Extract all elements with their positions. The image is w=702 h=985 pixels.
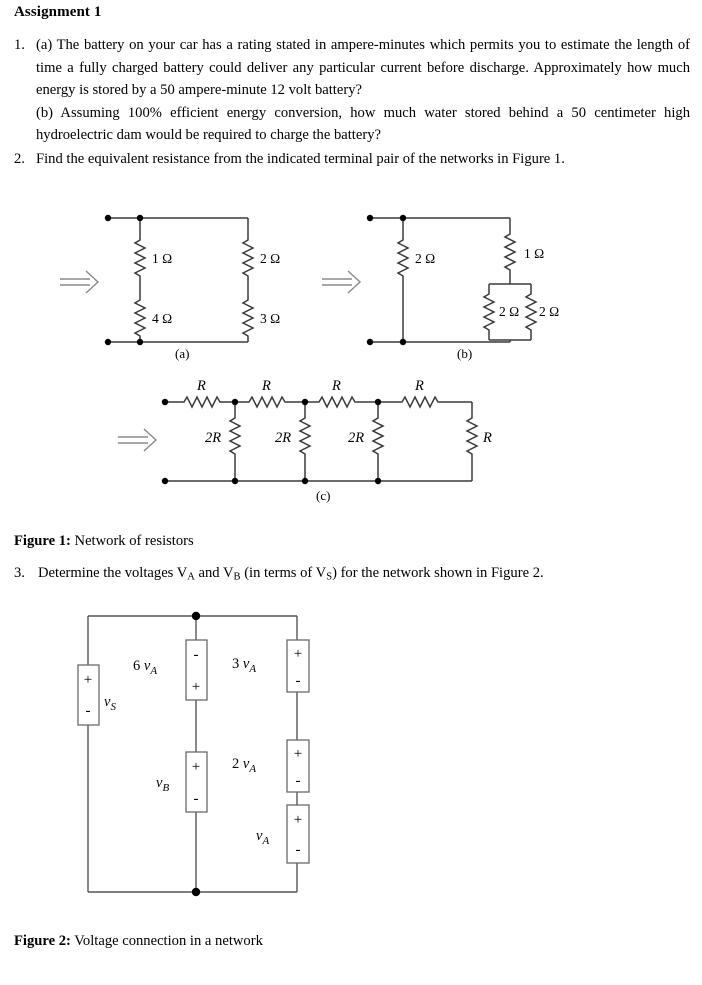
circuit-b: 2 Ω 1 Ω 2 Ω 2 Ω (b) (321, 214, 559, 361)
node-dot (136, 338, 144, 346)
terminal-pair-arrow-b (321, 270, 361, 294)
series-resistor-label-2: R (261, 378, 271, 394)
source-va: + - vA (256, 804, 310, 864)
polarity-minus: - (194, 647, 199, 663)
node-dot-bottom (191, 887, 201, 897)
question-1b-text: (b) Assuming 100% efficient energy conve… (36, 104, 690, 144)
figure-1-caption-text: Network of resistors (70, 533, 194, 549)
source-3va: + - 3 vA (232, 639, 310, 693)
question-number: 1. (14, 37, 25, 53)
node-dot (231, 477, 239, 485)
terminal-dot (366, 338, 374, 346)
series-resistor-label-4: R (414, 378, 424, 394)
node-dot (301, 477, 309, 485)
figure-2-caption-text: Voltage connection in a network (70, 933, 263, 949)
polarity-plus: + (192, 759, 200, 775)
polarity-minus: - (296, 773, 301, 789)
node-dot (136, 214, 144, 222)
question-item-1: 1. (a) The battery on your car has a rat… (14, 34, 690, 147)
figure-1-network-of-resistors: 1 Ω 4 Ω 2 Ω 3 Ω (a) 2 Ω 1 Ω 2 Ω 2 Ω (b) … (59, 214, 559, 503)
source-vb: + - vB (156, 751, 208, 813)
node-dot (301, 398, 309, 406)
polarity-minus: - (86, 703, 91, 719)
terminal-dot (161, 477, 169, 485)
polarity-minus: - (296, 673, 301, 689)
shunt-resistor-label-1: 2R (205, 430, 221, 446)
q3-sub-a: A (187, 571, 195, 583)
q3-part-1: Determine the voltages V (38, 565, 188, 581)
source-label-vs: vS (104, 694, 116, 713)
resistor-label-b1: 2 Ω (415, 251, 435, 266)
question-2-text: Find the equivalent resistance from the … (36, 150, 565, 167)
question-item-2: 2. Find the equivalent resistance from t… (14, 148, 690, 171)
figure-1-caption: Figure 1: Network of resistors (14, 531, 194, 551)
source-6va: - + 6 vA (133, 639, 208, 701)
source-label-3va: 3 vA (232, 656, 256, 675)
source-vs: + - vS (77, 664, 116, 726)
terminal-pair-arrow-c (117, 428, 157, 452)
node-dot (374, 398, 382, 406)
question-list: 1. (a) The battery on your car has a rat… (14, 34, 690, 171)
series-resistor-label-1: R (196, 378, 206, 394)
question-body: Determine the voltages VA and VB (in ter… (38, 562, 690, 589)
resistor-label-a2: 4 Ω (152, 311, 172, 326)
node-dot (374, 477, 382, 485)
question-1a-text: (a) The battery on your car has a rating… (36, 37, 690, 98)
figure-2-caption: Figure 2: Voltage connection in a networ… (14, 931, 263, 951)
polarity-minus: - (194, 791, 199, 807)
figure-2-voltage-connection: + - vS - + 6 vA + - vB + - 3 vA + - 2 vA… (77, 611, 310, 897)
circuit-a: 1 Ω 4 Ω 2 Ω 3 Ω (a) (59, 214, 280, 361)
document-page: Assignment 1 1. (a) The battery on your … (0, 0, 702, 985)
terminal-dot (104, 338, 112, 346)
figure-1-caption-label: Figure 1: (14, 533, 71, 549)
question-number: 2. (14, 150, 25, 167)
resistor-label-b2: 1 Ω (524, 246, 544, 261)
page-title: Assignment 1 (14, 4, 102, 20)
node-dot (231, 398, 239, 406)
polarity-plus: + (294, 812, 302, 828)
circuit-c-ladder: R R R R 2R 2R 2R R (c) (117, 378, 492, 503)
question-body: (a) The battery on your car has a rating… (36, 34, 690, 147)
q3-sub-b: B (233, 571, 241, 583)
resistor-label-b3: 2 Ω (499, 304, 519, 319)
terminator-resistor-label: R (482, 430, 492, 446)
series-resistor-label-3: R (331, 378, 341, 394)
polarity-minus: - (296, 842, 301, 858)
polarity-plus: + (294, 746, 302, 762)
resistor-label-a1: 1 Ω (152, 251, 172, 266)
figure-2-caption-label: Figure 2: (14, 933, 71, 949)
terminal-dot (104, 214, 112, 222)
source-label-va: vA (256, 828, 269, 847)
question-body: Find the equivalent resistance from the … (36, 148, 690, 171)
source-label-2va: 2 vA (232, 756, 256, 775)
polarity-plus: + (294, 646, 302, 662)
source-2va: + - 2 vA (232, 739, 310, 793)
resistor-label-a4: 3 Ω (260, 311, 280, 326)
question-3-text: Determine the voltages VA and VB (in ter… (38, 562, 690, 589)
polarity-plus: + (192, 679, 200, 695)
q3-part-3: (in terms of V (240, 565, 327, 581)
question-number: 3. (14, 565, 25, 581)
shunt-resistor-label-3: 2R (348, 430, 364, 446)
polarity-plus: + (84, 672, 92, 688)
source-label-vb: vB (156, 775, 169, 794)
subfigure-label-a: (a) (175, 346, 189, 361)
node-dot-top (191, 611, 201, 621)
q3-part-2: and V (194, 565, 234, 581)
shunt-resistor-label-2: 2R (275, 430, 291, 446)
node-dot (399, 214, 407, 222)
resistor-label-a3: 2 Ω (260, 251, 280, 266)
source-label-6va: 6 vA (133, 658, 157, 677)
terminal-pair-arrow-a (59, 270, 99, 294)
subfigure-label-b: (b) (457, 346, 472, 361)
resistor-label-b4: 2 Ω (539, 304, 559, 319)
subfigure-label-c: (c) (316, 488, 330, 503)
terminal-dot (161, 398, 169, 406)
node-dot (399, 338, 407, 346)
terminal-dot (366, 214, 374, 222)
question-item-3: 3. Determine the voltages VA and VB (in … (14, 562, 690, 589)
q3-part-4: ) for the network shown in Figure 2. (332, 565, 544, 581)
